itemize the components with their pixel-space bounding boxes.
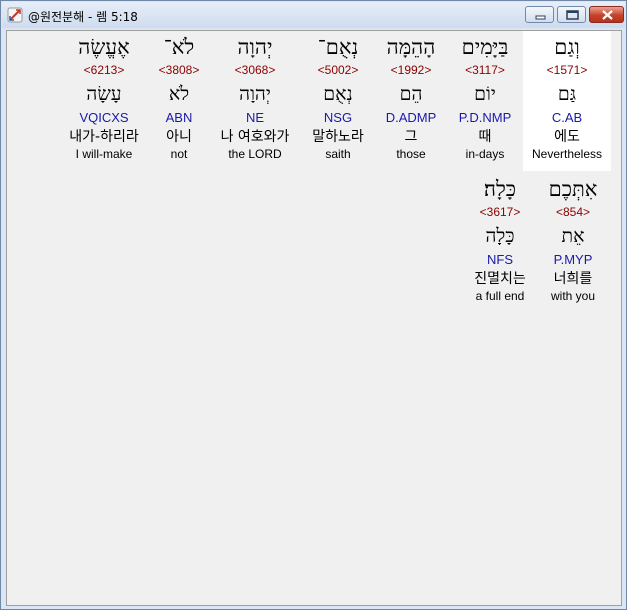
word-grid: וְגַם <1571> גַּם C.AB 에도 Nevertheless ב… [7,31,621,605]
window-title: @원전분해 - 렘 5:18 [28,10,138,24]
hebrew-word: יְהוָה [237,35,273,59]
word-cell[interactable]: אֶעֱשֶׂה <6213> עָשָׂה VQICXS 내가-하리라 I w… [64,31,144,171]
hebrew-lemma: אֵת [561,225,585,247]
hebrew-word: אֶעֱשֶׂה [78,35,130,59]
korean-gloss: 진멸치는 [474,271,526,287]
morphology-code: C.AB [551,110,583,125]
strong-number[interactable]: <6213> [64,63,144,78]
hebrew-lemma: יוֹם [474,83,496,105]
hebrew-lemma: לֹא [168,83,190,105]
hebrew-lemma: הֵם [399,83,423,105]
morphology-code: NFS [487,252,513,267]
strong-number[interactable]: <1571> [523,63,611,78]
close-icon [602,10,613,20]
english-gloss: a full end [475,289,525,303]
close-button[interactable] [589,6,624,23]
strong-number[interactable]: <3808> [139,63,219,78]
app-window: @원전분해 - 렘 5:18 וְגַם <1571> גַּם C.AB 에도… [0,0,627,610]
hebrew-word: בַּיָּמִים [461,35,509,59]
morphology-code: D.ADMP [385,110,437,125]
hebrew-word: אִתְּכֶם [548,177,598,201]
morphology-code: P.MYP [553,252,593,267]
strong-number[interactable]: <3117> [445,63,525,78]
morphology-code: NE [245,110,265,125]
word-cell[interactable]: וְגַם <1571> גַּם C.AB 에도 Nevertheless [523,31,611,171]
title-bar[interactable]: @원전분해 - 렘 5:18 [2,2,625,28]
hebrew-word: וְגַם [554,35,580,59]
word-cell[interactable]: נְאֻם־ <5002> נְאֻם NSG 말하노라 saith [298,31,378,171]
app-icon[interactable] [7,7,23,23]
hebrew-lemma: נְאֻם [323,83,353,105]
minimize-icon [535,15,546,20]
strong-number[interactable]: <5002> [298,63,378,78]
english-gloss: I will-make [75,147,133,161]
morphology-code: NSG [323,110,353,125]
hebrew-word: לֹא־ [163,35,195,59]
hebrew-lemma: יְהוָה [239,83,271,105]
korean-gloss: 내가-하리라 [69,129,139,145]
strong-number[interactable]: <3068> [215,63,295,78]
verse-panel: וְגַם <1571> גַּם C.AB 에도 Nevertheless ב… [6,30,622,606]
morphology-code: ABN [165,110,193,125]
hebrew-lemma: עָשָׂה [86,83,122,105]
hebrew-word: הָהֵמָּה [386,35,436,59]
strong-number[interactable]: <1992> [371,63,451,78]
minimize-button[interactable] [525,6,554,23]
strong-number[interactable]: <3617> [460,205,540,220]
maximize-icon [566,10,579,20]
maximize-button[interactable] [557,6,586,23]
hebrew-word: נְאֻם־ [317,35,359,59]
korean-gloss: 말하노라 [312,129,364,145]
word-cell[interactable]: כָּלָה׃ <3617> כָּלָה NFS 진멸치는 a full en… [460,173,540,313]
hebrew-lemma: גַּם [557,83,577,105]
morphology-code: P.D.NMP [458,110,512,125]
hebrew-lemma: כָּלָה [485,225,515,247]
hebrew-word: כָּלָה׃ [483,177,517,201]
strong-number[interactable]: <854> [533,205,613,220]
morphology-code: VQICXS [79,110,129,125]
